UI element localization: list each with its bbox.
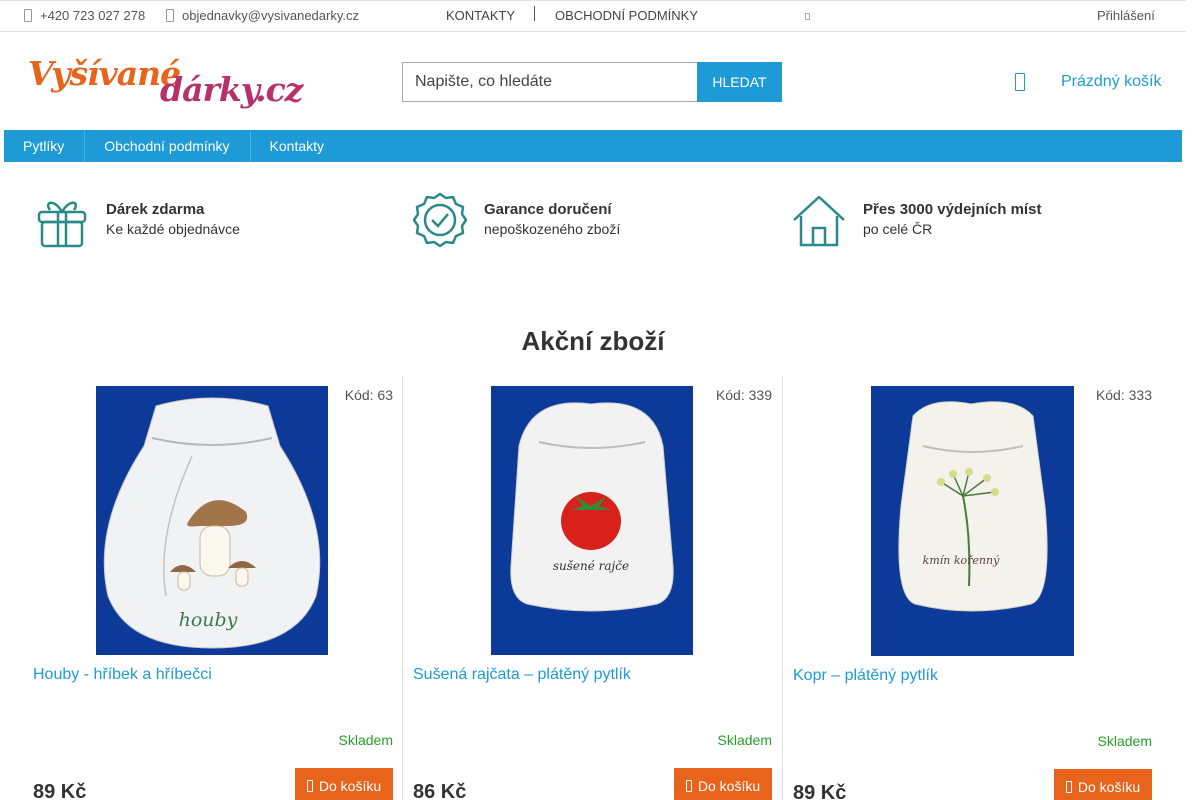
embroidery-text: kmín kořenný	[923, 554, 1000, 567]
logo-text-part2: dárky.cz	[160, 70, 303, 109]
top-link-kontakty[interactable]: KONTAKTY	[446, 8, 515, 23]
product-image[interactable]: sušené rajče	[491, 386, 693, 655]
section-title: Akční zboží	[521, 326, 665, 356]
add-to-cart-button[interactable]: Do košíku	[295, 768, 393, 800]
stock-status: Skladem	[338, 732, 393, 748]
stock-status: Skladem	[1097, 733, 1152, 749]
benefit-subtitle: nepoškozeného zboží	[484, 221, 621, 237]
logo-text-part1: Vyšívané	[28, 54, 181, 93]
top-link-obchodni-podminky[interactable]: OBCHODNÍ PODMÍNKY	[555, 8, 698, 23]
email-address: objednavky@vysivanedarky.cz	[182, 8, 359, 23]
stock-status: Skladem	[717, 732, 772, 748]
product-code: Kód: 339	[715, 387, 772, 403]
cart-icon	[306, 780, 313, 792]
cart-icon	[685, 780, 692, 792]
top-link-separator	[534, 6, 535, 21]
phone-number: +420 723 027 278	[40, 8, 146, 23]
nav-item-pytliky[interactable]: Pytlíky	[4, 130, 86, 162]
house-icon	[793, 195, 845, 247]
product-card: Kód: 339 sušené rajče Sušená rajčata – p…	[402, 376, 782, 800]
site-logo[interactable]: Vyšívané dárky.cz	[28, 54, 303, 109]
cart-label[interactable]: Prázdný košík	[1061, 73, 1161, 91]
nav-item-obchodni-podminky[interactable]: Obchodní podmínky	[85, 130, 251, 162]
gift-icon	[37, 201, 87, 248]
add-to-cart-label: Do košíku	[1077, 779, 1141, 795]
menu-icon[interactable]	[805, 13, 810, 20]
top-bar: +420 723 027 278 objednavky@vysivanedark…	[0, 0, 1186, 32]
product-code: Kód: 63	[344, 387, 393, 403]
product-image[interactable]: houby	[96, 386, 328, 655]
product-card: Kód: 63 houby Houby - hříbek a hříbečci …	[23, 376, 403, 800]
search-form: HLEDAT	[402, 62, 782, 102]
embroidery-text: houby	[179, 609, 238, 631]
main-nav: Pytlíky Obchodní podmínky Kontakty	[4, 130, 1182, 162]
product-price: 89 Kč	[33, 781, 87, 800]
product-card: Kód: 333 kmín kořenný Kopr – plátěný pyt…	[782, 376, 1162, 800]
product-image[interactable]: kmín kořenný	[871, 386, 1074, 656]
login-link[interactable]: Přihlášení	[1097, 8, 1155, 23]
product-name[interactable]: Houby - hříbek a hříbečci	[33, 666, 212, 684]
email-icon	[166, 9, 174, 22]
benefit-delivery-guarantee: Garance doručení nepoškozeného zboží	[412, 192, 620, 248]
benefit-subtitle: Ke každé objednávce	[106, 221, 240, 237]
email-contact[interactable]: objednavky@vysivanedarky.cz	[166, 8, 359, 23]
benefit-title: Dárek zdarma	[106, 201, 205, 218]
benefit-free-gift: Dárek zdarma Ke každé objednávce	[34, 192, 240, 248]
nav-item-kontakty[interactable]: Kontakty	[251, 130, 344, 162]
search-input[interactable]	[402, 62, 697, 102]
badge-check-icon	[412, 192, 468, 248]
cart-icon[interactable]	[1015, 73, 1025, 91]
product-code: Kód: 333	[1095, 387, 1152, 403]
benefit-title: Garance doručení	[484, 201, 612, 218]
cart-icon	[1065, 781, 1072, 793]
benefit-subtitle: po celé ČR	[863, 221, 933, 237]
search-button[interactable]: HLEDAT	[697, 62, 782, 102]
product-price: 86 Kč	[413, 781, 467, 800]
embroidery-text: sušené rajče	[553, 559, 629, 573]
product-name[interactable]: Sušená rajčata – plátěný pytlík	[413, 666, 631, 684]
product-name[interactable]: Kopr – plátěný pytlík	[793, 667, 938, 685]
benefit-pickup-points: Přes 3000 výdejních míst po celé ČR	[791, 192, 1041, 248]
add-to-cart-button[interactable]: Do košíku	[1054, 769, 1152, 800]
add-to-cart-label: Do košíku	[318, 778, 382, 794]
add-to-cart-button[interactable]: Do košíku	[674, 768, 772, 800]
add-to-cart-label: Do košíku	[697, 778, 761, 794]
phone-icon	[24, 9, 32, 22]
benefit-title: Přes 3000 výdejních míst	[863, 201, 1042, 218]
phone-contact[interactable]: +420 723 027 278	[24, 8, 145, 23]
product-price: 89 Kč	[793, 782, 847, 800]
